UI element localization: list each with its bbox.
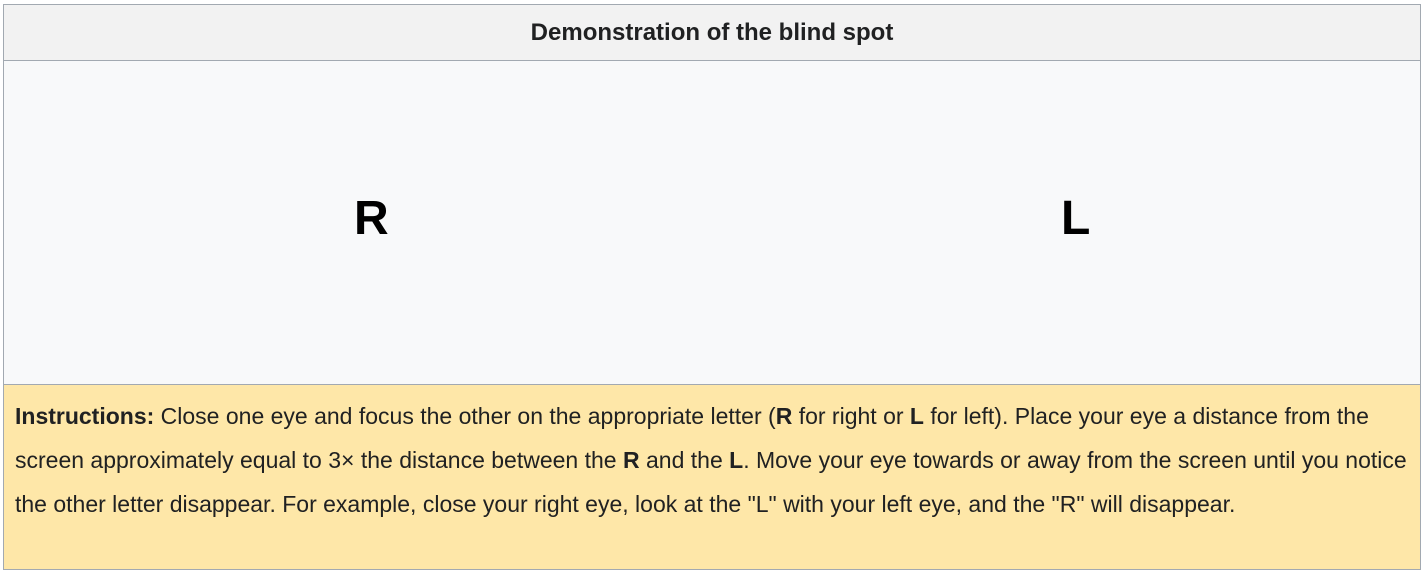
instructions-text-1: Close one eye and focus the other on the… [154, 403, 776, 429]
instructions-bold-r-1: R [775, 403, 793, 429]
instructions-text-4: and the [639, 447, 730, 473]
instructions-bold-r-2: R [622, 447, 640, 473]
letter-l: L [1061, 192, 1091, 245]
instructions-bold-l-2: L [729, 447, 744, 473]
instructions-bold-l-1: L [909, 403, 924, 429]
letter-r: R [354, 192, 389, 245]
instructions-text-2: for right or [792, 403, 910, 429]
instructions-label: Instructions: [15, 403, 155, 429]
blind-spot-demo-panel: Demonstration of the blind spot R L Inst… [3, 4, 1421, 570]
panel-title: Demonstration of the blind spot [4, 5, 1420, 61]
letters-area: R L [4, 61, 1420, 385]
instructions-box: Instructions: Close one eye and focus th… [4, 385, 1420, 569]
